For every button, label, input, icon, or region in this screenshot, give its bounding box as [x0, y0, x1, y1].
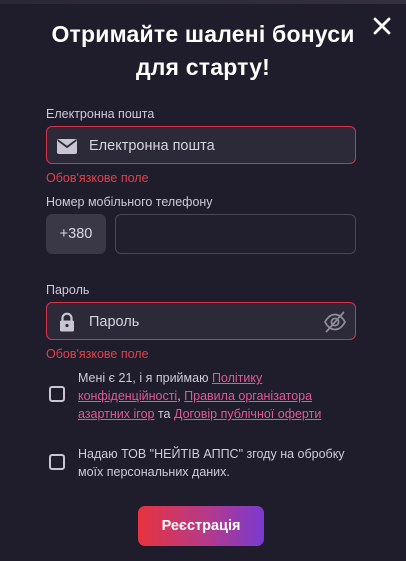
modal-title: Отримайте шалені бонуси для старту! — [51, 21, 355, 80]
password-label: Пароль — [46, 283, 90, 297]
phone-prefix: +380 — [46, 214, 106, 254]
terms-checkbox[interactable] — [49, 386, 65, 402]
lock-icon — [57, 312, 77, 332]
terms-conjunction: та — [154, 407, 174, 421]
top-divider — [0, 0, 406, 4]
close-icon[interactable] — [370, 14, 394, 38]
data-consent-text: Надаю ТОВ "НЕЙТІВ АППС" згоду на обробку… — [78, 447, 345, 479]
registration-modal: Отримайте шалені бонуси для старту! Елек… — [0, 0, 406, 561]
register-button[interactable]: Реєстрація — [138, 506, 264, 546]
email-error: Обов'язкове поле — [46, 171, 149, 185]
email-input[interactable] — [87, 127, 311, 165]
terms-text: Мені є 21, і я приймаю — [78, 371, 212, 385]
password-error: Обов'язкове поле — [46, 347, 149, 361]
public-offer-link[interactable]: Договір публічної оферти — [174, 407, 321, 421]
email-field-wrapper — [46, 126, 356, 165]
phone-label: Номер мобільного телефону — [46, 195, 213, 209]
password-field-wrapper — [46, 302, 356, 341]
envelope-icon — [57, 136, 77, 156]
eye-off-icon[interactable] — [323, 311, 347, 333]
data-consent-checkbox[interactable] — [49, 454, 65, 470]
phone-input[interactable] — [116, 215, 355, 253]
password-input[interactable] — [87, 303, 311, 341]
email-label: Електронна пошта — [46, 107, 155, 121]
phone-field-wrapper — [115, 214, 356, 254]
terms-consent-text: Мені є 21, і я приймаю Політику конфіден… — [78, 369, 354, 423]
